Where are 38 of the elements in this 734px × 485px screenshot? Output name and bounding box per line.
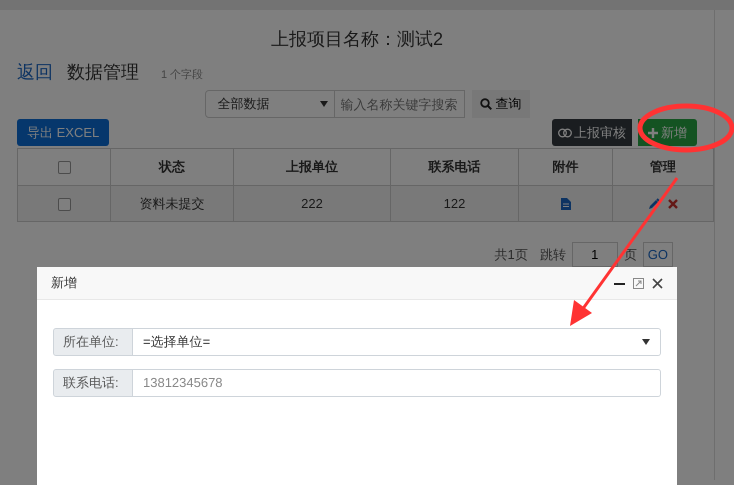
- jump-label: 跳转: [540, 246, 566, 264]
- caret-icon: [642, 339, 650, 345]
- audit-button[interactable]: 上报审核: [552, 119, 632, 146]
- delete-icon: [668, 198, 678, 208]
- field-count: 1 个字段: [161, 68, 204, 83]
- table-cell: 资料未提交: [140, 196, 204, 211]
- field-label: 所在单位:: [53, 328, 133, 356]
- dialog-title: 新增: [51, 274, 77, 292]
- document-icon: [560, 198, 570, 210]
- plus-icon: [648, 128, 658, 138]
- search-icon: [480, 98, 492, 110]
- column-header: 附件: [552, 159, 578, 174]
- caret-icon: [320, 101, 328, 107]
- table-cell: 122: [444, 196, 466, 211]
- pencil-icon: [648, 198, 660, 210]
- field-label: 联系电话:: [53, 369, 133, 397]
- column-header: 状态: [159, 159, 185, 174]
- page-total: 共1页: [494, 246, 528, 264]
- column-header: 联系电话: [428, 159, 480, 174]
- search-field[interactable]: 输入名称关键字搜索: [334, 90, 464, 118]
- maximize-icon: [633, 278, 644, 288]
- toggle-icon: [558, 128, 572, 138]
- column-header: 管理: [650, 159, 676, 174]
- unit-select[interactable]: =选择单位=: [133, 328, 661, 356]
- page-title: 上报项目名称：测试2: [270, 28, 444, 51]
- close-icon: [652, 278, 663, 288]
- search-button[interactable]: 查询: [472, 90, 530, 118]
- select-all-checkbox[interactable]: [58, 161, 70, 174]
- column-header: 上报单位: [286, 159, 338, 174]
- go-button[interactable]: GO: [642, 242, 673, 267]
- page-heading: 数据管理: [67, 61, 139, 84]
- table-cell: 222: [301, 196, 323, 211]
- page-field[interactable]: 1: [572, 242, 618, 267]
- row-checkbox[interactable]: [58, 198, 70, 211]
- scope-select[interactable]: 全部数据: [204, 90, 334, 118]
- export-button[interactable]: 导出 EXCEL: [17, 119, 110, 146]
- phone-field[interactable]: 13812345678: [133, 369, 661, 397]
- back-link[interactable]: 返回: [17, 59, 53, 86]
